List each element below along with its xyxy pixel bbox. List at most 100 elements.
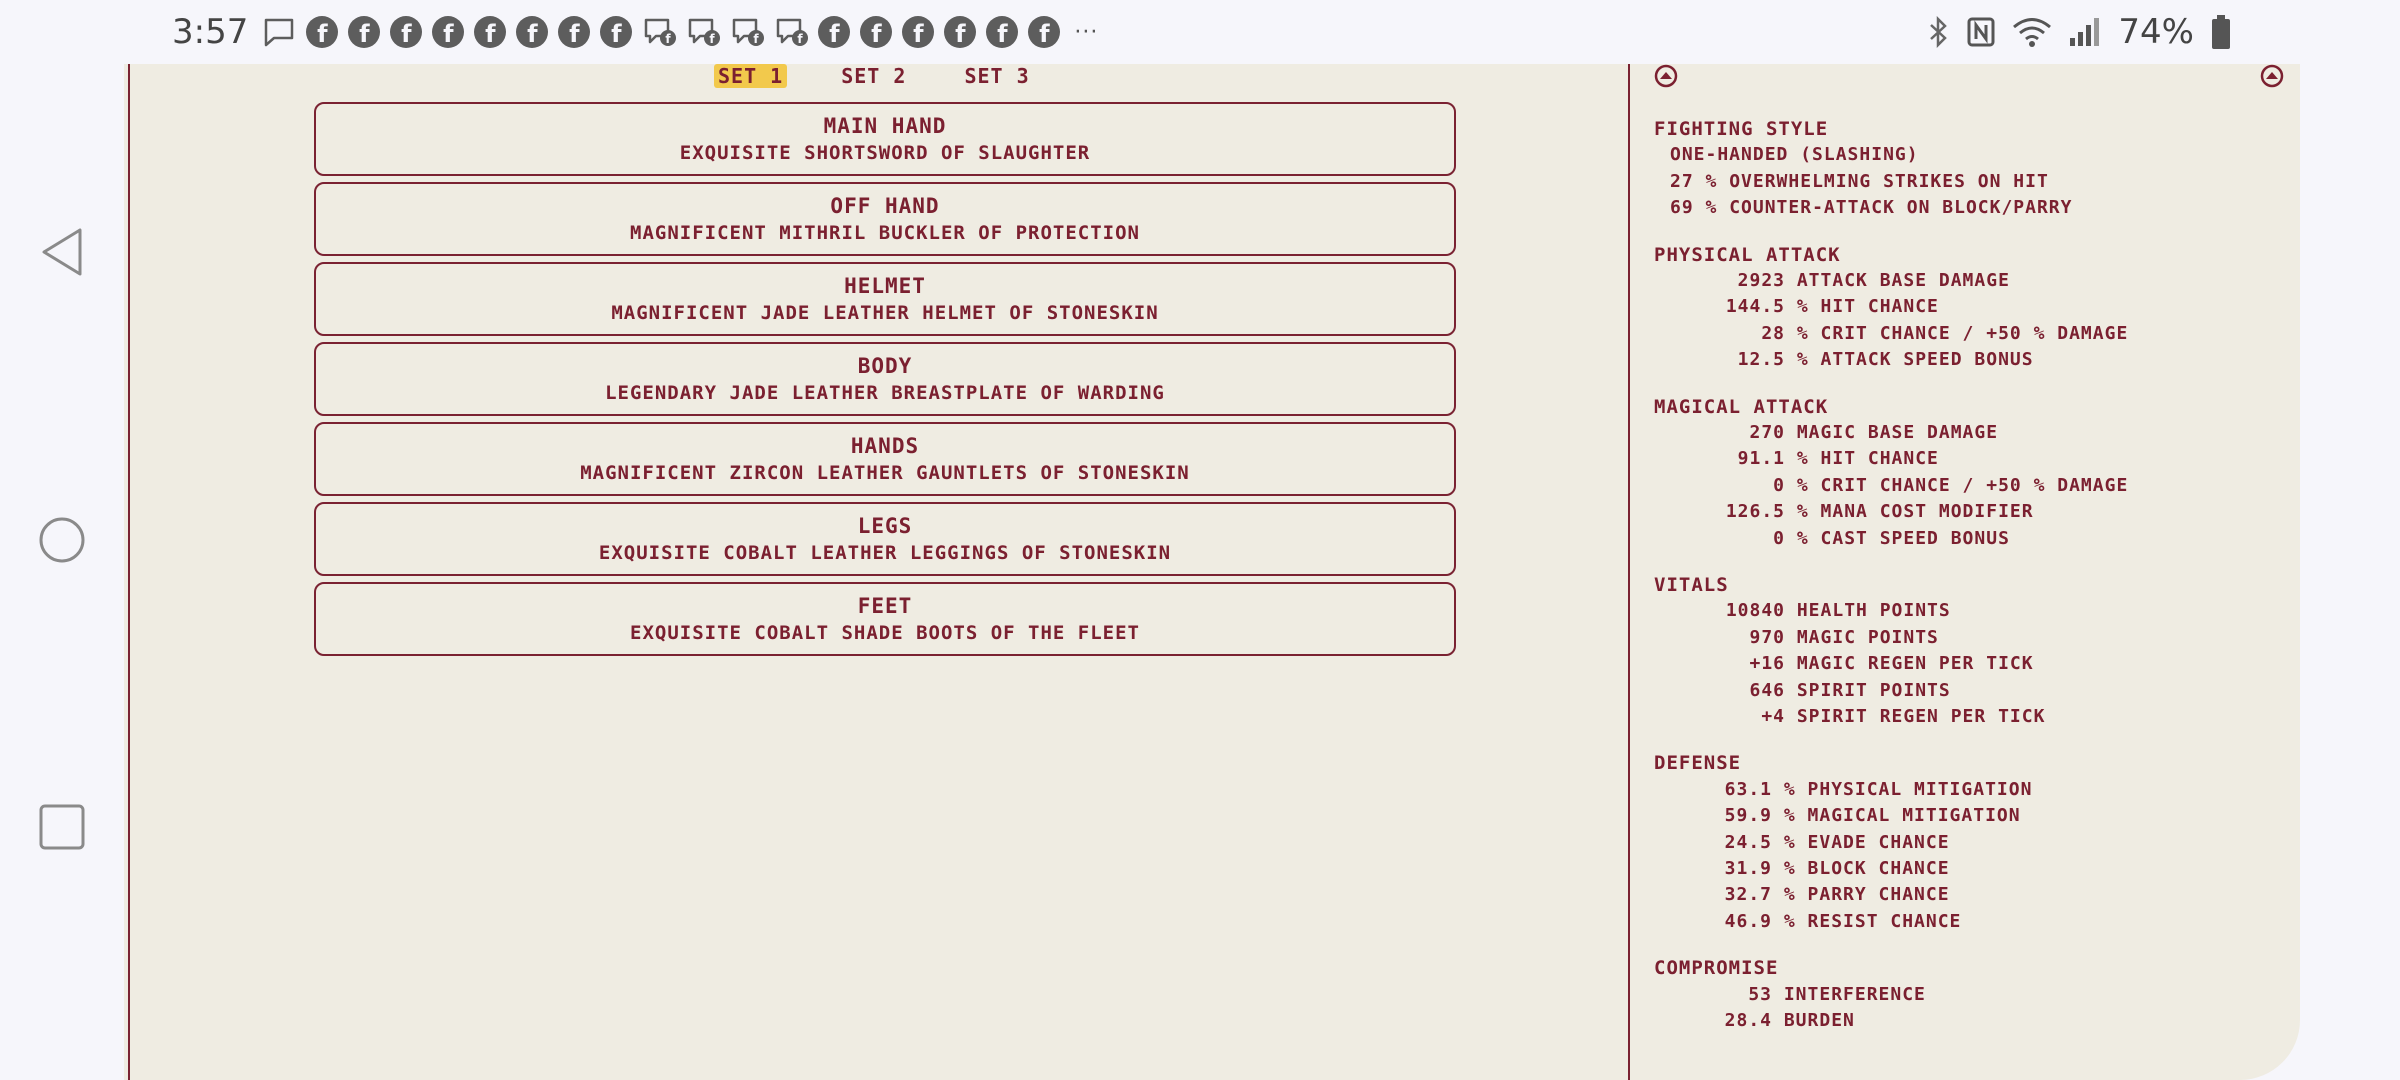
status-bar: 3:57 ffffffffffffffffff ··· 74% (124, 0, 2300, 64)
more-notifications-indicator: ··· (1074, 19, 1099, 45)
home-button[interactable] (32, 510, 92, 570)
messenger-icon: f (689, 18, 721, 46)
game-screen: SET 1 SET 2 SET 3 MAIN HAND EXQUISITE SHORT… (124, 64, 2300, 1080)
slot-name: OFF HAND (830, 194, 940, 218)
equipment-slot-main-hand[interactable]: MAIN HAND EXQUISITE SHORTSWORD OF SLAUGHT… (314, 102, 1456, 176)
stat-value: +4 (1761, 706, 1785, 727)
stat-label: % RESIST CHANCE (1783, 910, 1962, 932)
equipment-slot-off-hand[interactable]: OFF HAND MAGNIFICENT MITHRIL BUCKLER OF P… (314, 182, 1456, 256)
stat-label: SPIRIT POINTS (1796, 679, 1951, 701)
stat-row: 12.5 % ATTACK SPEED BONUS (1670, 347, 2034, 373)
slot-item-name: LEGENDARY JADE LEATHER BREASTPLATE OF WA… (605, 382, 1165, 404)
facebook-icon: f (516, 16, 549, 48)
stat-row: 69 % COUNTER-ATTACK ON BLOCK/PARRY (1670, 195, 2072, 221)
facebook-icon: f (348, 16, 381, 48)
equipment-slot-body[interactable]: BODY LEGENDARY JADE LEATHER BREASTPLATE O… (314, 342, 1456, 416)
stat-value: 24.5 (1724, 831, 1772, 853)
stat-value: 126.5 (1725, 501, 1785, 523)
equipment-slot-helmet[interactable]: HELMET MAGNIFICENT JADE LEATHER HELMET OF… (314, 262, 1456, 336)
stat-value: 46.9 (1724, 910, 1772, 932)
slot-name: MAIN HAND (823, 114, 947, 138)
stat-row: 144.5 % HIT CHANCE (1670, 294, 1939, 320)
stat-value: 2923 (1737, 270, 1785, 291)
stat-label: % OVERWHELMING STRIKES ON HIT (1705, 170, 2049, 192)
equipment-slot-legs[interactable]: LEGS EXQUISITE COBALT LEATHER LEGGINGS OF… (314, 502, 1456, 576)
stat-label: MAGIC POINTS (1796, 626, 1939, 648)
stat-label: ATTACK BASE DAMAGE (1796, 270, 2010, 291)
battery-icon (2212, 15, 2230, 49)
navigation-bar (0, 0, 124, 1080)
stat-row: 46.9 % RESIST CHANCE (1670, 909, 1961, 935)
slot-name: BODY (857, 354, 913, 378)
facebook-icon: f (558, 16, 591, 48)
equipment-set-tabs: SET 1 SET 2 SET 3 (714, 64, 1034, 88)
facebook-icon: f (306, 16, 339, 48)
stat-value: 270 (1749, 422, 1785, 443)
back-icon (42, 228, 82, 276)
recents-button[interactable] (32, 797, 92, 857)
nfc-icon (1967, 17, 1995, 47)
svg-text:f: f (710, 32, 716, 46)
stat-row: 270 MAGIC BASE DAMAGE (1670, 420, 1998, 446)
stat-row: 0 % CAST SPEED BONUS (1670, 526, 2010, 552)
system-status-icons: 74% (1928, 0, 2232, 64)
slot-item-name: MAGNIFICENT ZIRCON LEATHER GAUNTLETS OF … (580, 462, 1190, 484)
stat-label: HEALTH POINTS (1796, 600, 1951, 622)
stat-label: % MANA COST MODIFIER (1796, 501, 2034, 523)
fighting-style-value: ONE-HANDED (SLASHING) (1670, 144, 1919, 166)
stat-value: 0 (1773, 527, 1785, 549)
tab-set-1[interactable]: SET 1 (714, 64, 788, 88)
back-button[interactable] (32, 222, 92, 282)
equipment-slot-feet[interactable]: FEET EXQUISITE COBALT SHADE BOOTS OF THE … (314, 582, 1456, 656)
section-title-fighting-style: FIGHTING STYLE (1654, 118, 1829, 140)
stat-value: 0 (1773, 474, 1785, 496)
stat-row: 970 MAGIC POINTS (1670, 625, 1939, 651)
stat-value: 970 (1749, 626, 1785, 648)
stat-value: 646 (1749, 679, 1785, 701)
character-stats-panel: FIGHTING STYLE ONE-HANDED (SLASHING) 27 % … (1654, 64, 2284, 1080)
stat-label: MAGIC BASE DAMAGE (1796, 422, 1999, 443)
stat-row: 646 SPIRIT POINTS (1670, 678, 1951, 704)
stat-value: 27 (1670, 170, 1694, 192)
stat-value: 144.5 (1725, 296, 1785, 318)
stat-row: 2923 ATTACK BASE DAMAGE (1670, 268, 2010, 294)
stat-row: 63.1 % PHYSICAL MITIGATION (1670, 777, 2032, 803)
stat-row: 32.7 % PARRY CHANCE (1670, 882, 1950, 908)
bluetooth-icon (1930, 16, 1948, 48)
stat-row: +4 SPIRIT REGEN PER TICK (1670, 704, 2045, 730)
section-title-compromise: COMPROMISE (1654, 957, 1779, 980)
messenger-icon: f (733, 18, 765, 46)
stat-label: INTERFERENCE (1783, 983, 1926, 1005)
slot-name: LEGS (857, 514, 913, 538)
equipment-slot-hands[interactable]: HANDS MAGNIFICENT ZIRCON LEATHER GAUNTLET… (314, 422, 1456, 496)
slot-item-name: EXQUISITE COBALT LEATHER LEGGINGS OF STO… (598, 542, 1172, 564)
stat-value: 10840 (1725, 600, 1785, 622)
svg-text:f: f (754, 32, 760, 46)
stat-row: 27 % OVERWHELMING STRIKES ON HIT (1670, 169, 2049, 195)
stat-label: % HIT CHANCE (1796, 448, 1939, 470)
stat-row: 10840 HEALTH POINTS (1670, 598, 1951, 624)
facebook-icon: f (818, 16, 851, 48)
collapse-up-icon[interactable] (1654, 64, 1678, 88)
stat-row: 0 % CRIT CHANCE / +50 % DAMAGE (1670, 473, 2128, 499)
stat-row: 91.1 % HIT CHANCE (1670, 446, 1939, 472)
clock: 3:57 (172, 12, 249, 52)
facebook-icon: f (432, 16, 465, 48)
panel-divider (1628, 64, 1630, 1080)
stat-label: % BLOCK CHANCE (1783, 858, 1950, 879)
message-icon (265, 18, 294, 47)
collapse-up-icon[interactable] (2260, 64, 2284, 88)
stat-value: 53 (1748, 983, 1772, 1005)
stat-label: % PARRY CHANCE (1783, 884, 1950, 906)
stat-value: 63.1 (1724, 778, 1772, 800)
stat-row: 28.4 BURDEN (1670, 1008, 1855, 1034)
left-border (128, 64, 130, 1080)
svg-text:f: f (666, 32, 672, 46)
tab-set-2[interactable]: SET 2 (837, 64, 910, 88)
stat-value: 28 (1761, 322, 1785, 344)
tab-set-3[interactable]: SET 3 (960, 64, 1033, 88)
stat-label: MAGIC REGEN PER TICK (1796, 653, 2034, 675)
signal-icon (2070, 18, 2100, 46)
facebook-icon: f (474, 16, 507, 48)
messenger-icon: f (777, 18, 809, 46)
